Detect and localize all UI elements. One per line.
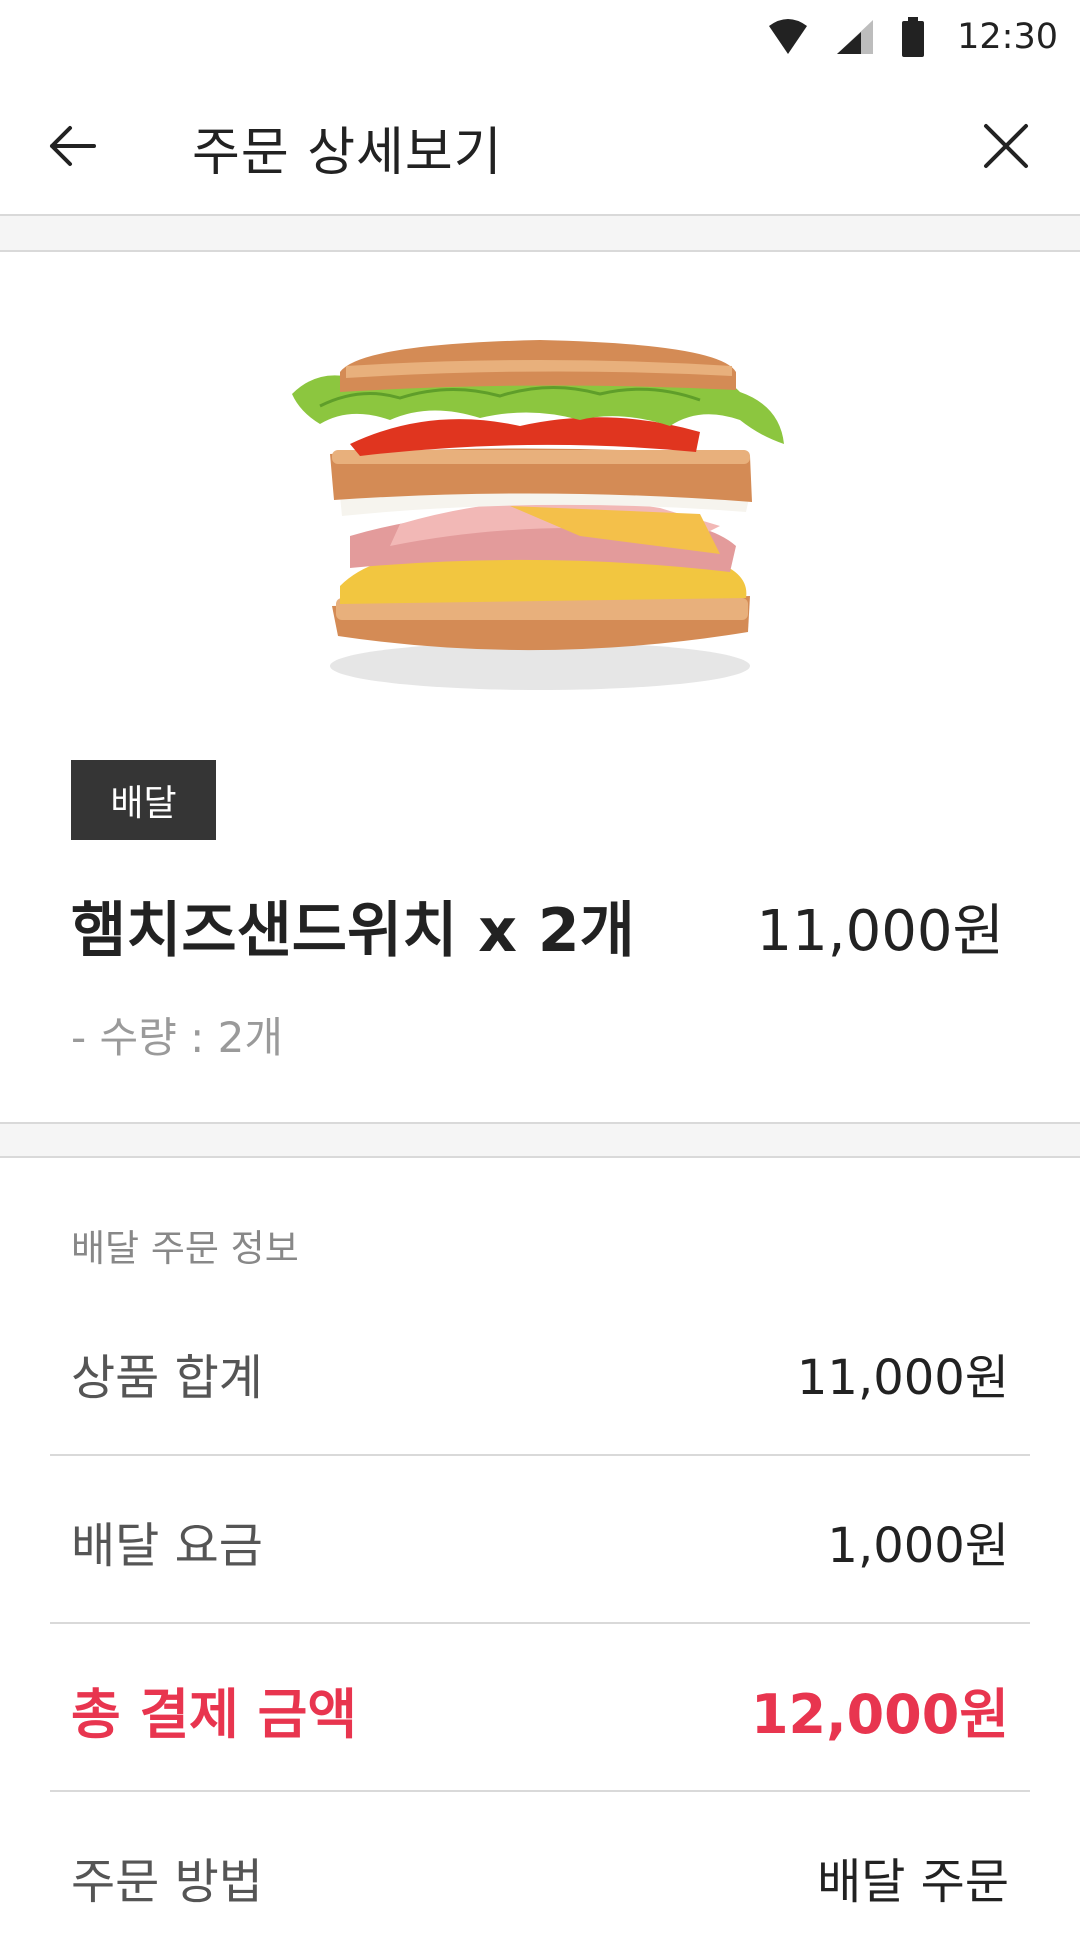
- product-price: 11,000원: [756, 899, 1004, 964]
- section-divider: [0, 216, 1080, 252]
- product-name: 햄치즈샌드위치 x 2개: [71, 896, 635, 966]
- status-time: 12:30: [957, 17, 1058, 57]
- signal-icon: [837, 20, 874, 54]
- row-subtotal: 상품 합계 11,000원: [50, 1290, 1030, 1456]
- close-icon: [984, 124, 1028, 168]
- row-total-payment: 총 결제 금액 12,000원: [50, 1626, 1030, 1792]
- app-bar: 주문 상세보기: [0, 74, 1080, 216]
- row-label: 총 결제 금액: [71, 1682, 357, 1746]
- order-info-title: 배달 주문 정보: [71, 1227, 299, 1270]
- row-label: 주문 방법: [71, 1854, 263, 1910]
- delivery-badge: 배달: [71, 760, 216, 840]
- product-card: 배달 햄치즈샌드위치 x 2개 11,000원 - 수량 : 2개: [0, 252, 1080, 1122]
- close-button[interactable]: [976, 116, 1036, 176]
- back-button[interactable]: [44, 116, 104, 176]
- row-value: 1,000원: [827, 1518, 1009, 1574]
- row-value: 배달 주문: [817, 1854, 1009, 1910]
- row-label: 배달 요금: [71, 1518, 263, 1574]
- arrow-left-icon: [50, 126, 96, 166]
- row-order-method: 주문 방법 배달 주문: [50, 1794, 1030, 1960]
- row-value: 11,000원: [796, 1350, 1009, 1406]
- row-value: 12,000원: [750, 1682, 1009, 1746]
- status-bar: 12:30: [0, 0, 1080, 74]
- row-delivery-fee: 배달 요금 1,000원: [50, 1458, 1030, 1624]
- section-divider: [0, 1122, 1080, 1158]
- sandwich-image: [292, 340, 784, 690]
- status-icons: 12:30: [767, 12, 1058, 62]
- page-title: 주문 상세보기: [192, 123, 503, 183]
- wifi-icon: [769, 19, 808, 54]
- row-label: 상품 합계: [71, 1350, 263, 1406]
- battery-icon: [902, 17, 925, 57]
- product-quantity: - 수량 : 2개: [71, 1013, 283, 1062]
